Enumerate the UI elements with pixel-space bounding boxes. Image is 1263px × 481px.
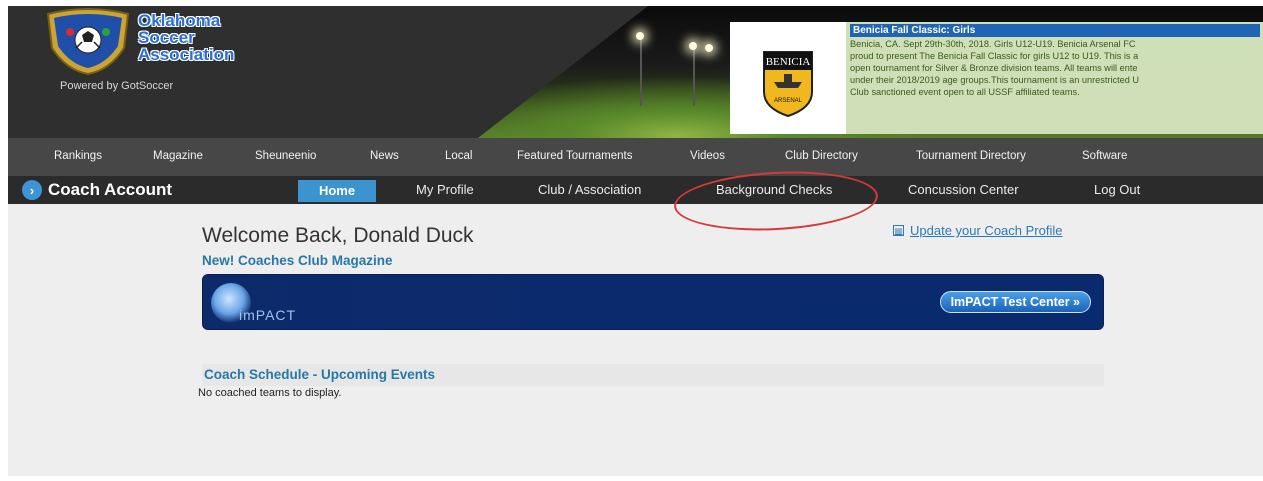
- news-logo: BENICIA ARSENAL: [730, 22, 846, 134]
- news-body: Benicia, CA. Sept 29th-30th, 2018. Girls…: [850, 37, 1259, 98]
- coach-subnav: › Coach Account Home My Profile Club / A…: [8, 176, 1263, 204]
- news-line: under their 2018/2019 age groups.This to…: [850, 75, 1140, 85]
- news-title[interactable]: Benicia Fall Classic: Girls: [850, 24, 1260, 37]
- stadium-light: [705, 44, 713, 52]
- chevron-right-icon: ›: [22, 180, 42, 200]
- tab-club-association[interactable]: Club / Association: [538, 176, 641, 204]
- page-frame: Oklahoma Soccer Association Powered by G…: [8, 6, 1263, 476]
- light-pole: [693, 46, 695, 106]
- edit-icon: ▤: [893, 225, 904, 236]
- tab-my-profile[interactable]: My Profile: [416, 176, 474, 204]
- benicia-arsenal-logo: BENICIA ARSENAL: [763, 51, 813, 118]
- brand-line: Association: [138, 45, 235, 64]
- nav-item-local[interactable]: Local: [445, 150, 473, 162]
- nav-item-sheuneenio[interactable]: Sheuneenio: [255, 150, 316, 162]
- tab-log-out[interactable]: Log Out: [1094, 176, 1140, 204]
- nav-item-featured-tournaments[interactable]: Featured Tournaments: [517, 150, 633, 162]
- site-header: Oklahoma Soccer Association Powered by G…: [8, 6, 1263, 138]
- nav-item-tournament-directory[interactable]: Tournament Directory: [916, 150, 1026, 162]
- news-line: proud to present The Benicia Fall Classi…: [850, 51, 1139, 61]
- update-coach-profile-link[interactable]: ▤ Update your Coach Profile: [893, 223, 1062, 238]
- welcome-heading: Welcome Back, Donald Duck: [202, 224, 474, 247]
- tab-home[interactable]: Home: [298, 180, 376, 202]
- stadium-light: [689, 42, 697, 50]
- nav-item-magazine[interactable]: Magazine: [153, 150, 203, 162]
- news-content: Benicia Fall Classic: Girls Benicia, CA.…: [846, 22, 1263, 134]
- nav-item-videos[interactable]: Videos: [690, 150, 725, 162]
- news-line: Benicia, CA. Sept 29th-30th, 2018. Girls…: [850, 39, 1136, 49]
- news-line: open tournament for Silver & Bronze divi…: [850, 63, 1138, 73]
- update-profile-label: Update your Coach Profile: [910, 223, 1063, 238]
- brand-line: Soccer: [138, 28, 195, 47]
- impact-logo-text: imPACT: [239, 307, 297, 323]
- benicia-logo-text: BENICIA: [766, 56, 811, 68]
- coaches-club-magazine-link[interactable]: New! Coaches Club Magazine: [202, 253, 393, 268]
- nav-item-rankings[interactable]: Rankings: [54, 150, 102, 162]
- brand-wordmark[interactable]: Oklahoma Soccer Association: [138, 12, 268, 63]
- powered-by-text: Powered by GotSoccer: [60, 80, 174, 92]
- main-navigation: Rankings Magazine Sheuneenio News Local …: [8, 138, 1263, 176]
- coach-account-label: Coach Account: [48, 180, 173, 199]
- impact-test-center-button[interactable]: ImPACT Test Center »: [939, 291, 1091, 313]
- nav-item-club-directory[interactable]: Club Directory: [785, 150, 858, 162]
- tab-concussion-center[interactable]: Concussion Center: [908, 176, 1019, 204]
- news-ticker[interactable]: BENICIA ARSENAL Benicia Fall Classic: Gi…: [730, 22, 1263, 134]
- stadium-light: [636, 32, 644, 40]
- nav-item-news[interactable]: News: [370, 150, 399, 162]
- tab-background-checks[interactable]: Background Checks: [716, 176, 832, 204]
- news-line: Club sanctioned event open to all USSF a…: [850, 87, 1080, 97]
- light-pole: [640, 36, 642, 106]
- brand-line: Oklahoma: [138, 11, 221, 30]
- arsenal-logo-text: ARSENAL: [774, 98, 803, 104]
- no-teams-message: No coached teams to display.: [198, 387, 342, 399]
- association-logo[interactable]: [40, 8, 136, 76]
- schedule-title: Coach Schedule - Upcoming Events: [204, 367, 436, 382]
- nav-item-software[interactable]: Software: [1082, 150, 1127, 162]
- impact-banner[interactable]: imPACT ImPACT Test Center »: [202, 274, 1104, 330]
- coach-account-heading[interactable]: › Coach Account: [22, 180, 172, 200]
